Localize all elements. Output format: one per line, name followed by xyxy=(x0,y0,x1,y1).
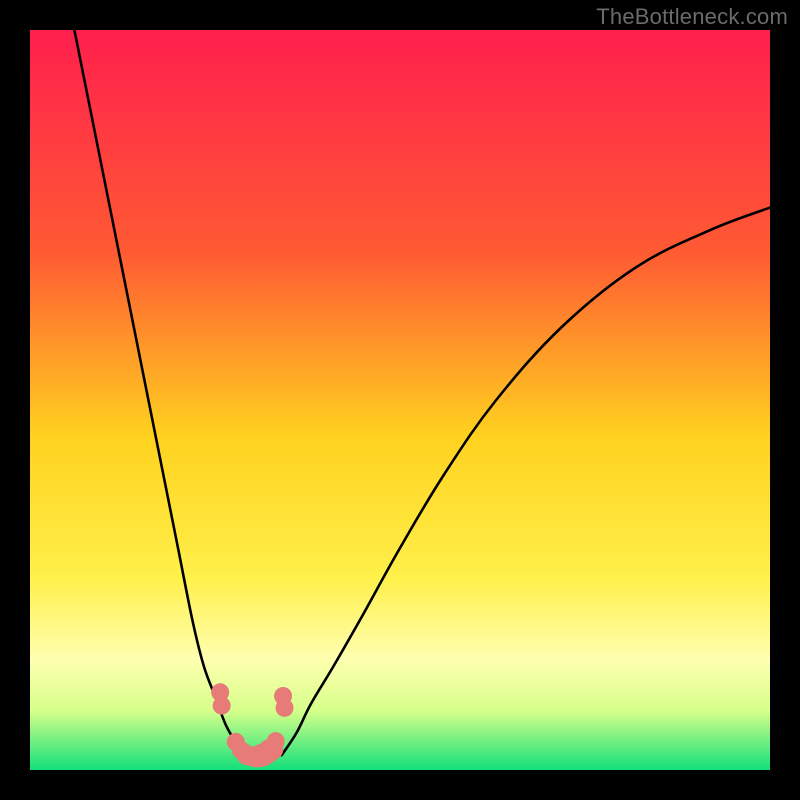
chart-svg xyxy=(30,30,770,770)
marker xyxy=(276,699,294,717)
valley-fill xyxy=(241,750,274,758)
plot-area xyxy=(30,30,770,770)
gradient-background xyxy=(30,30,770,770)
marker xyxy=(213,697,231,715)
chart-frame: TheBottleneck.com xyxy=(0,0,800,800)
watermark-text: TheBottleneck.com xyxy=(596,4,788,30)
